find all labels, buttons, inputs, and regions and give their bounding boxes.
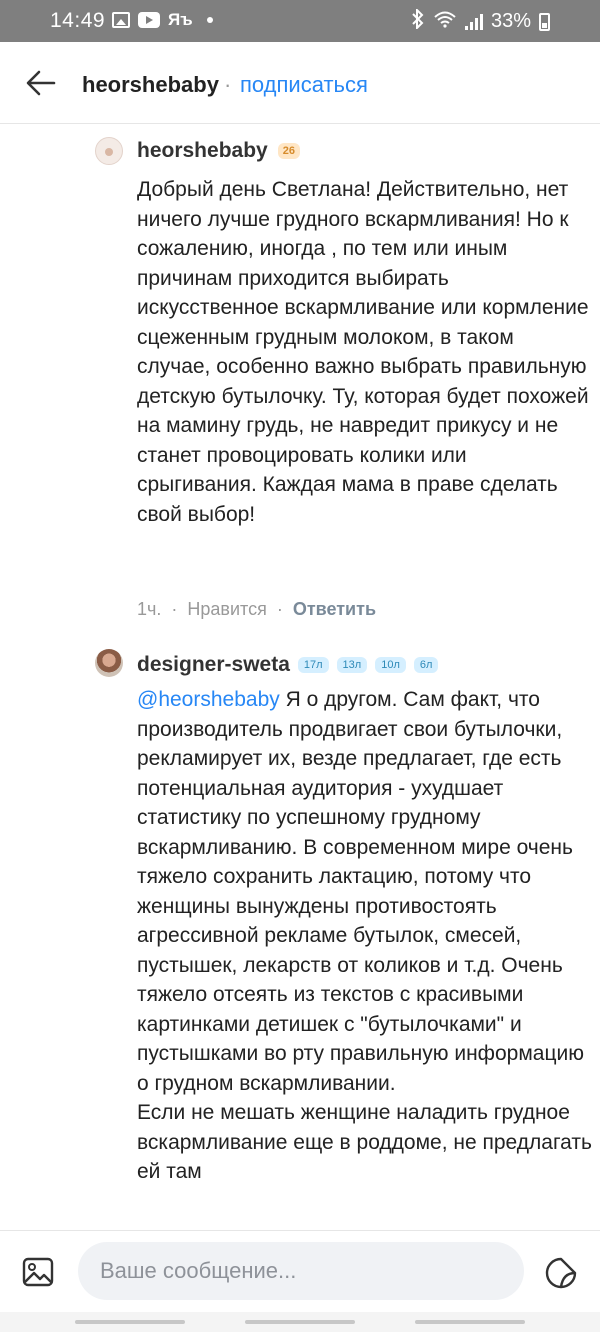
comment-body-continued: Если не мешать женщине наладить грудное … [137,1101,592,1183]
battery-percent: 33% [490,10,531,32]
wifi-icon [433,10,457,34]
status-left-icons: Яъ [112,10,213,30]
image-attach-icon [22,1257,54,1287]
signal-icon [464,13,483,30]
comments-list: heorshebaby 26 Добрый день Светлана! Дей… [0,125,600,1230]
nav-pill-left [75,1320,185,1324]
author-badge: 10л [375,657,406,673]
back-button[interactable] [24,66,58,100]
meta-dot: · [276,599,283,619]
notification-dot-icon [206,17,213,23]
comment-author[interactable]: designer-sweta [137,653,290,677]
comment-text: @heorshebaby Я о другом. Сам факт, что п… [137,685,592,1187]
system-nav-bar [0,1312,600,1332]
attach-image-button[interactable] [22,1256,54,1288]
status-right-icons: 33% [411,7,550,34]
status-bar: 14:49 Яъ 33% [0,0,600,42]
message-composer [0,1230,600,1312]
page-header: heorshebaby · подписаться [0,42,600,124]
author-badge: 26 [277,143,300,159]
comment-body: Я о другом. Сам факт, что производитель … [137,688,584,1095]
avatar[interactable] [95,649,123,677]
title-separator: · [224,72,232,97]
arrow-left-icon [26,70,56,96]
comment-meta: 1ч. · Нравится · Ответить [137,599,376,620]
subscribe-link[interactable]: подписаться [240,72,368,98]
author-badge: 6л [413,657,439,673]
meta-dot: · [171,599,178,619]
youtube-icon [138,12,160,28]
avatar[interactable] [95,137,123,165]
comment-header: designer-sweta 17л 13л 10л 6л [137,653,439,677]
ya-icon: Яъ [168,10,193,29]
comment-author[interactable]: heorshebaby [137,139,268,163]
message-input[interactable] [78,1242,524,1300]
author-badge: 17л [297,657,329,673]
comment-header: heorshebaby 26 [137,139,300,163]
like-button[interactable]: Нравится [187,599,266,620]
battery-icon [539,12,550,31]
comment-text: Добрый день Светлана! Действительно, нет… [137,178,589,526]
status-time: 14:49 [50,9,106,32]
nav-pill-right [415,1320,525,1324]
gallery-icon [112,12,130,28]
nav-pill-center [245,1320,355,1324]
sticker-icon [545,1257,577,1289]
page-title[interactable]: heorshebaby [82,72,219,98]
bluetooth-icon [411,7,425,34]
mention-link[interactable]: @heorshebaby [137,688,280,711]
author-badge: 13л [336,657,368,673]
sticker-button[interactable] [544,1256,578,1290]
comment-time: 1ч. [137,599,162,619]
reply-button[interactable]: Ответить [293,599,376,620]
